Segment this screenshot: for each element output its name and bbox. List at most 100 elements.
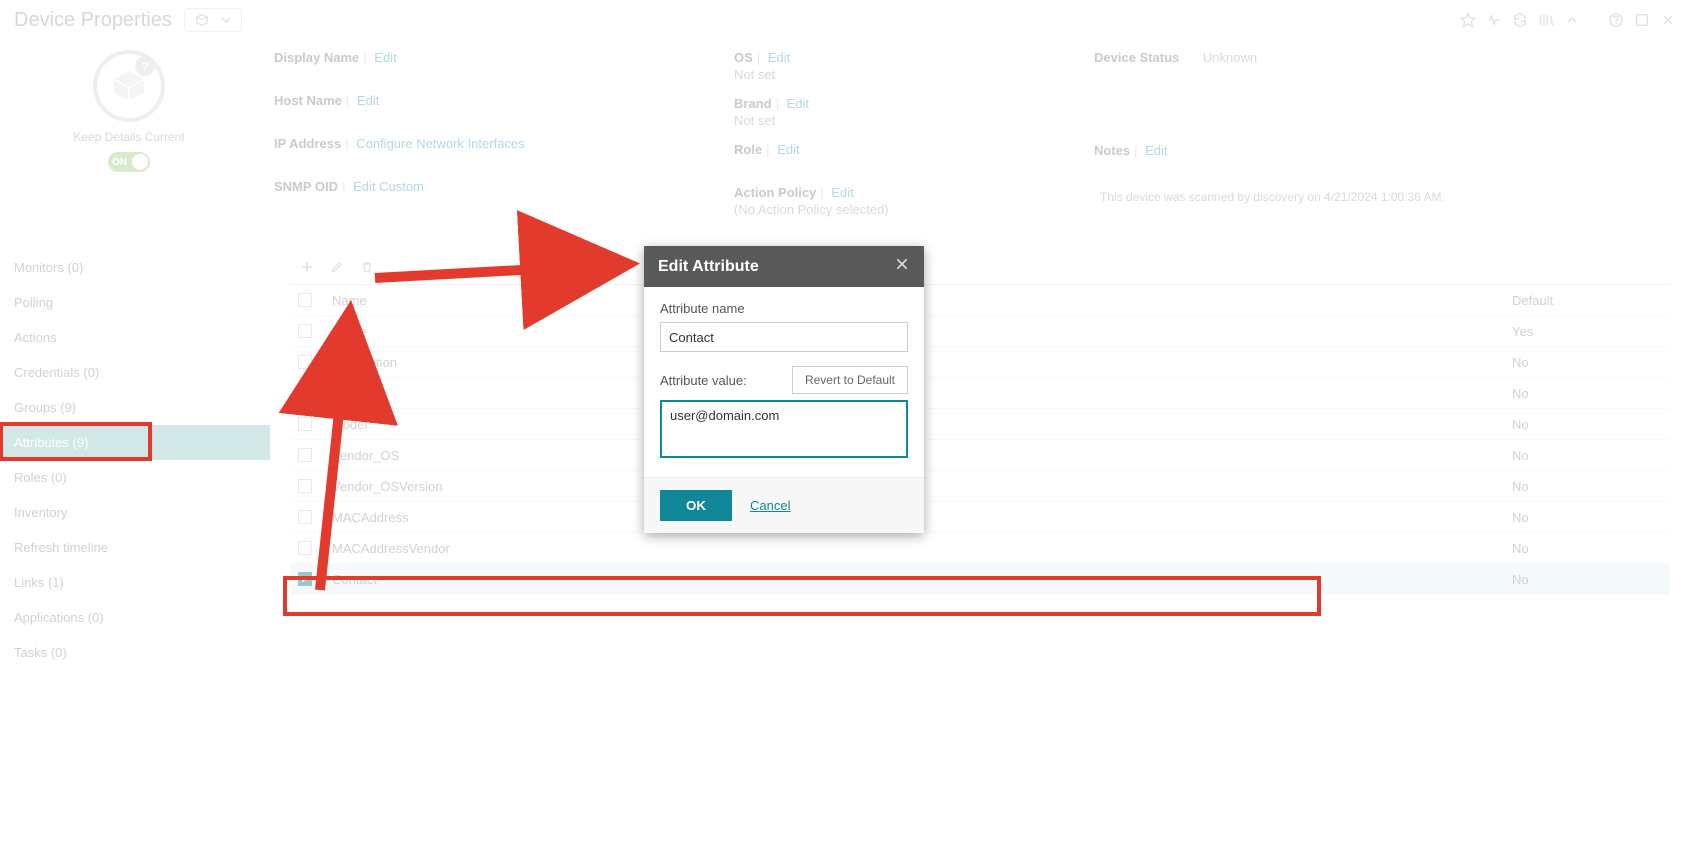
info-value: Not set <box>734 113 1034 128</box>
row-default: Yes <box>1512 324 1662 339</box>
revert-to-default-button[interactable]: Revert to Default <box>792 366 908 394</box>
ok-button[interactable]: OK <box>660 490 732 521</box>
maximize-icon[interactable] <box>1634 12 1650 28</box>
add-attribute-button[interactable] <box>300 260 314 274</box>
column-header-default[interactable]: Default <box>1512 293 1662 308</box>
info-value: Not set <box>734 67 1034 82</box>
row-checkbox[interactable] <box>298 417 312 431</box>
info-edit-link[interactable]: Edit <box>768 50 790 65</box>
sidebar-item[interactable]: Attributes (9) <box>0 425 270 460</box>
notes-text: This device was scanned by discovery on … <box>1094 190 1514 204</box>
sidebar-item[interactable]: Actions <box>0 320 270 355</box>
info-edit-link[interactable]: Edit <box>777 142 799 157</box>
row-checkbox[interactable] <box>298 386 312 400</box>
row-checkbox[interactable] <box>298 448 312 462</box>
main-content: Name Default NameYesDescriptionNoLocatio… <box>270 230 1690 843</box>
dialog-titlebar: Edit Attribute <box>644 246 924 287</box>
row-checkbox[interactable] <box>298 541 312 555</box>
info-row: OS| EditNot set <box>734 50 1034 82</box>
table-row[interactable]: DescriptionNo <box>290 347 1670 378</box>
sidebar-item[interactable]: Credentials (0) <box>0 355 270 390</box>
device-badge: ? Keep Details Current ON <box>14 50 244 217</box>
attribute-value-input[interactable] <box>660 400 908 458</box>
table-row[interactable]: LocationNo <box>290 378 1670 409</box>
sidebar-item[interactable]: Roles (0) <box>0 460 270 495</box>
heartbeat-icon[interactable] <box>1486 12 1502 28</box>
select-all-checkbox[interactable] <box>298 293 312 307</box>
sidebar-item[interactable]: Polling <box>0 285 270 320</box>
info-row: Display Name| Edit <box>274 50 674 79</box>
library-icon[interactable] <box>1538 12 1554 28</box>
star-icon[interactable] <box>1460 12 1476 28</box>
info-label: SNMP OID <box>274 179 338 194</box>
info-row: Role| Edit <box>734 142 1034 171</box>
sidebar-item[interactable]: Applications (0) <box>0 600 270 635</box>
table-row[interactable]: MACAddressNo <box>290 502 1670 533</box>
sidebar-item[interactable]: Monitors (0) <box>0 250 270 285</box>
menu-dropdown[interactable] <box>184 8 242 32</box>
dialog-close-button[interactable] <box>894 256 910 277</box>
info-edit-link[interactable]: Edit <box>787 96 809 111</box>
info-edit-link[interactable]: Edit Custom <box>353 179 424 194</box>
row-default: No <box>1512 417 1662 432</box>
info-edit-link[interactable]: Configure Network Interfaces <box>356 136 524 151</box>
info-row: IP Address| Configure Network Interfaces <box>274 136 674 165</box>
info-column-1: Display Name| EditHost Name| EditIP Addr… <box>274 50 674 217</box>
row-checkbox[interactable] <box>298 479 312 493</box>
info-label: Host Name <box>274 93 342 108</box>
page-title: Device Properties <box>14 9 172 32</box>
toggle-state-text: ON <box>112 157 127 168</box>
table-header-row: Name Default <box>290 285 1670 316</box>
delete-attribute-button[interactable] <box>360 260 374 274</box>
table-row[interactable]: NameYes <box>290 316 1670 347</box>
sidebar-item[interactable]: Refresh timeline <box>0 530 270 565</box>
row-checkbox[interactable] <box>298 510 312 524</box>
row-checkbox[interactable]: ✓ <box>298 572 312 586</box>
table-row[interactable]: Vendor_OSVersionNo <box>290 471 1670 502</box>
notes-edit-link[interactable]: Edit <box>1145 143 1167 158</box>
row-default: No <box>1512 479 1662 494</box>
top-icon-bar <box>1460 12 1676 28</box>
info-edit-link[interactable]: Edit <box>831 185 853 200</box>
row-default: No <box>1512 386 1662 401</box>
row-checkbox[interactable] <box>298 324 312 338</box>
dialog-footer: OK Cancel <box>644 477 924 533</box>
row-default: No <box>1512 572 1662 587</box>
sidebar-item[interactable]: Links (1) <box>0 565 270 600</box>
info-row: Action Policy| Edit(No Action Policy sel… <box>734 185 1034 217</box>
cancel-link[interactable]: Cancel <box>750 498 790 513</box>
row-default: No <box>1512 355 1662 370</box>
info-label: Action Policy <box>734 185 816 200</box>
row-name: MACAddressVendor <box>326 541 1498 556</box>
info-edit-link[interactable]: Edit <box>357 93 379 108</box>
attribute-name-input[interactable] <box>660 322 908 352</box>
row-default: No <box>1512 541 1662 556</box>
table-row[interactable]: MACAddressVendor No <box>290 533 1670 564</box>
unknown-badge-icon: ? <box>135 56 155 76</box>
attribute-name-label: Attribute name <box>660 301 908 316</box>
info-label: OS <box>734 50 753 65</box>
info-label: Display Name <box>274 50 359 65</box>
edit-attribute-button[interactable] <box>330 260 344 274</box>
table-row[interactable]: Vendor_OSNo <box>290 440 1670 471</box>
sidebar-item[interactable]: Tasks (0) <box>0 635 270 670</box>
device-status-value: Unknown <box>1203 50 1257 65</box>
keep-details-toggle[interactable]: ON <box>108 152 150 172</box>
keep-details-label: Keep Details Current <box>73 130 184 144</box>
sidebar-item[interactable]: Groups (9) <box>0 390 270 425</box>
info-edit-link[interactable]: Edit <box>374 50 396 65</box>
collapse-icon[interactable] <box>1564 12 1580 28</box>
info-row: Brand| EditNot set <box>734 96 1034 128</box>
refresh-icon[interactable] <box>1512 12 1528 28</box>
table-row[interactable]: ModelNo <box>290 409 1670 440</box>
close-window-icon[interactable] <box>1660 12 1676 28</box>
info-column-2: OS| EditNot setBrand| EditNot setRole| E… <box>734 50 1034 217</box>
help-icon[interactable] <box>1608 12 1624 28</box>
dialog-title: Edit Attribute <box>658 258 759 276</box>
table-row[interactable]: ✓ContactNo <box>290 564 1670 595</box>
attributes-table: Name Default NameYesDescriptionNoLocatio… <box>290 284 1670 595</box>
info-column-3: Device Status Unknown Notes| Edit This d… <box>1094 50 1514 217</box>
topbar: Device Properties <box>0 0 1690 40</box>
row-checkbox[interactable] <box>298 355 312 369</box>
sidebar-item[interactable]: Inventory <box>0 495 270 530</box>
